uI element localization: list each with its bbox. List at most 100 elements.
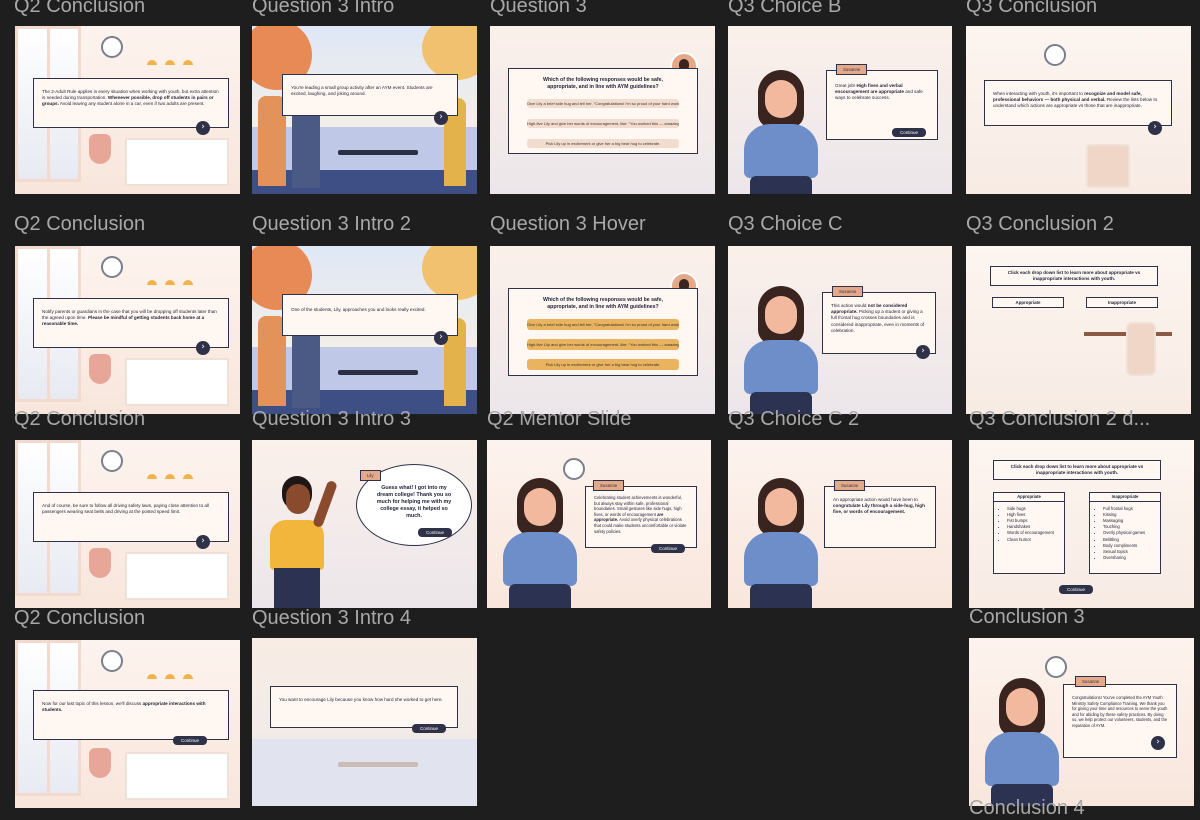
frame-label[interactable]: Q3 Conclusion — [966, 0, 1097, 18]
desk-illustration — [125, 552, 229, 600]
dialog-text: Great job! — [835, 83, 857, 88]
frame-label[interactable]: Q3 Conclusion 2 — [966, 212, 1114, 236]
slide-frame[interactable]: And of course, be sure to follow all dri… — [15, 440, 240, 608]
appropriate-dropdown[interactable]: Appropriate — [994, 493, 1064, 503]
dialog-box: An appropriate action would have been to… — [824, 486, 936, 548]
desk-illustration — [125, 138, 229, 186]
frame-label[interactable]: Q2 Conclusion — [14, 407, 145, 431]
dialog-text: Congratulations! You've completed the AY… — [1072, 695, 1168, 728]
continue-button[interactable]: Continue — [173, 736, 208, 745]
appropriate-items: Side hugs High fives Fist bumps Handshak… — [1000, 506, 1058, 543]
slide-frame[interactable]: You want to encourage Lily because you k… — [252, 638, 477, 806]
slide-frame[interactable]: One of the students, Lily, approaches yo… — [252, 246, 477, 414]
speaker-name-tag: Susanne — [836, 64, 868, 75]
answer-option-b[interactable]: High-five Lily and give her words of enc… — [527, 119, 679, 128]
frame-label[interactable]: Q3 Conclusion 2 d... — [969, 407, 1150, 431]
answer-option-a[interactable]: Give Lily a brief side hug and tell her,… — [527, 99, 679, 108]
face-illustration — [1006, 688, 1038, 726]
frame-label[interactable]: Q3 Choice C 2 — [728, 407, 859, 431]
dialog-box: When interacting with youth, it's import… — [984, 80, 1172, 126]
next-button[interactable]: › — [196, 121, 210, 135]
continue-button[interactable]: Continue — [412, 724, 447, 733]
frame-label[interactable]: Conclusion 4 — [969, 796, 1085, 820]
answer-option-a[interactable]: Give Lily a brief side hug and tell her,… — [527, 319, 679, 330]
face-illustration — [765, 488, 797, 526]
shirt-illustration — [270, 520, 324, 570]
next-button[interactable]: › — [196, 535, 210, 549]
slide-frame[interactable]: This action would not be considered appr… — [728, 246, 952, 414]
next-button[interactable]: › — [1151, 736, 1165, 750]
desk-illustration — [125, 358, 229, 406]
answer-option-c[interactable]: Pick Lily up in excitement or give her a… — [527, 359, 679, 370]
appropriate-list[interactable]: Appropriate Side hugs High fives Fist bu… — [993, 492, 1065, 574]
frame-label[interactable]: Q2 Conclusion — [14, 0, 145, 18]
frame-label[interactable]: Q2 Conclusion — [14, 606, 145, 630]
lily-illustration — [266, 470, 346, 608]
slide-frame[interactable]: Click each drop down list to learn more … — [966, 246, 1191, 414]
frame-label[interactable]: Question 3 Intro — [252, 0, 394, 18]
answer-option-b[interactable]: High-five Lily and give her words of enc… — [527, 339, 679, 350]
blouse-illustration — [985, 732, 1059, 786]
slide-frame[interactable]: You're leading a small group activity af… — [252, 26, 477, 194]
speech-text: Guess what! I got into my dream college!… — [376, 485, 452, 519]
frame-label[interactable]: Question 3 Intro 4 — [252, 606, 411, 630]
dialog-text: Avoid leaving any student alone in a car… — [58, 101, 205, 107]
vase-illustration — [89, 354, 111, 384]
next-button[interactable]: › — [1148, 121, 1162, 135]
next-button[interactable]: › — [434, 331, 448, 345]
clock-icon — [101, 450, 123, 472]
frame-label[interactable]: Q3 Choice B — [728, 0, 841, 18]
student-illustration — [292, 104, 320, 188]
chair-illustration — [1126, 322, 1156, 376]
student-illustration — [292, 324, 320, 408]
frame-label[interactable]: Q2 Mentor Slide — [487, 407, 632, 431]
slide-frame[interactable]: Now for our last topic of this lesson, w… — [15, 640, 240, 808]
slide-frame[interactable]: The 2-Adult Rule applies in every situat… — [15, 26, 240, 194]
speaker-name-tag: Susanne — [832, 286, 864, 297]
frame-label[interactable]: Question 3 Intro 3 — [252, 407, 411, 431]
appropriate-dropdown[interactable]: Appropriate — [992, 297, 1064, 308]
slide-frame[interactable]: Click each drop down list to learn more … — [969, 440, 1194, 608]
frame-label[interactable]: Q2 Conclusion — [14, 212, 145, 236]
continue-button[interactable]: Continue — [651, 544, 686, 553]
slide-frame[interactable]: An appropriate action would have been to… — [728, 440, 952, 608]
slide-frame[interactable]: Celebrating student achievements is wond… — [487, 440, 711, 608]
arm-illustration — [312, 479, 338, 529]
question-panel: Which of the following responses would b… — [508, 288, 698, 376]
frame-label[interactable]: Question 3 Intro 2 — [252, 212, 411, 236]
frame-label[interactable]: Q3 Choice C — [728, 212, 843, 236]
bench-illustration — [338, 370, 418, 375]
next-button[interactable]: › — [916, 345, 930, 359]
slide-frame[interactable]: Which of the following responses would b… — [490, 26, 715, 194]
clock-icon — [101, 256, 123, 278]
slide-frame[interactable]: Notify parents or guardians in the case … — [15, 246, 240, 414]
next-button[interactable]: › — [196, 341, 210, 355]
slide-frame[interactable]: Which of the following responses would b… — [490, 246, 715, 414]
bench-illustration — [338, 150, 418, 155]
vase-illustration — [89, 748, 111, 778]
slide-frame[interactable]: Great job! High fives and verbal encoura… — [728, 26, 952, 194]
chevron-right-icon: › — [439, 112, 443, 122]
question-title: Which of the following responses would b… — [543, 297, 663, 310]
answer-option-c[interactable]: Pick Lily up in excitement or give her a… — [527, 139, 679, 148]
inappropriate-dropdown[interactable]: Inappropriate — [1086, 297, 1158, 308]
clock-icon — [1044, 44, 1066, 66]
dialog-text: Now for our last topic of this lesson, w… — [42, 701, 143, 706]
continue-button[interactable]: Continue — [418, 528, 453, 537]
frame-label[interactable]: Conclusion 3 — [969, 605, 1085, 629]
slide-frame[interactable]: When interacting with youth, it's import… — [966, 26, 1191, 194]
continue-button[interactable]: Continue — [892, 128, 927, 137]
slide-frame[interactable]: Congratulations! You've completed the AY… — [969, 638, 1194, 806]
inappropriate-dropdown[interactable]: Inappropriate — [1090, 493, 1160, 503]
slide-frame[interactable]: Guess what! I got into my dream college!… — [252, 440, 477, 608]
next-button[interactable]: › — [434, 111, 448, 125]
pants-illustration — [274, 568, 320, 608]
frame-label[interactable]: Question 3 — [490, 0, 587, 18]
blouse-illustration — [503, 532, 577, 586]
lamp-icon — [147, 280, 157, 285]
inappropriate-list[interactable]: Inappropriate Full frontal hugs Kissing … — [1089, 492, 1161, 574]
question-title: Which of the following responses would b… — [543, 77, 663, 90]
continue-button[interactable]: Continue — [1059, 585, 1094, 594]
frame-label[interactable]: Question 3 Hover — [490, 212, 646, 236]
face-illustration — [765, 80, 797, 118]
